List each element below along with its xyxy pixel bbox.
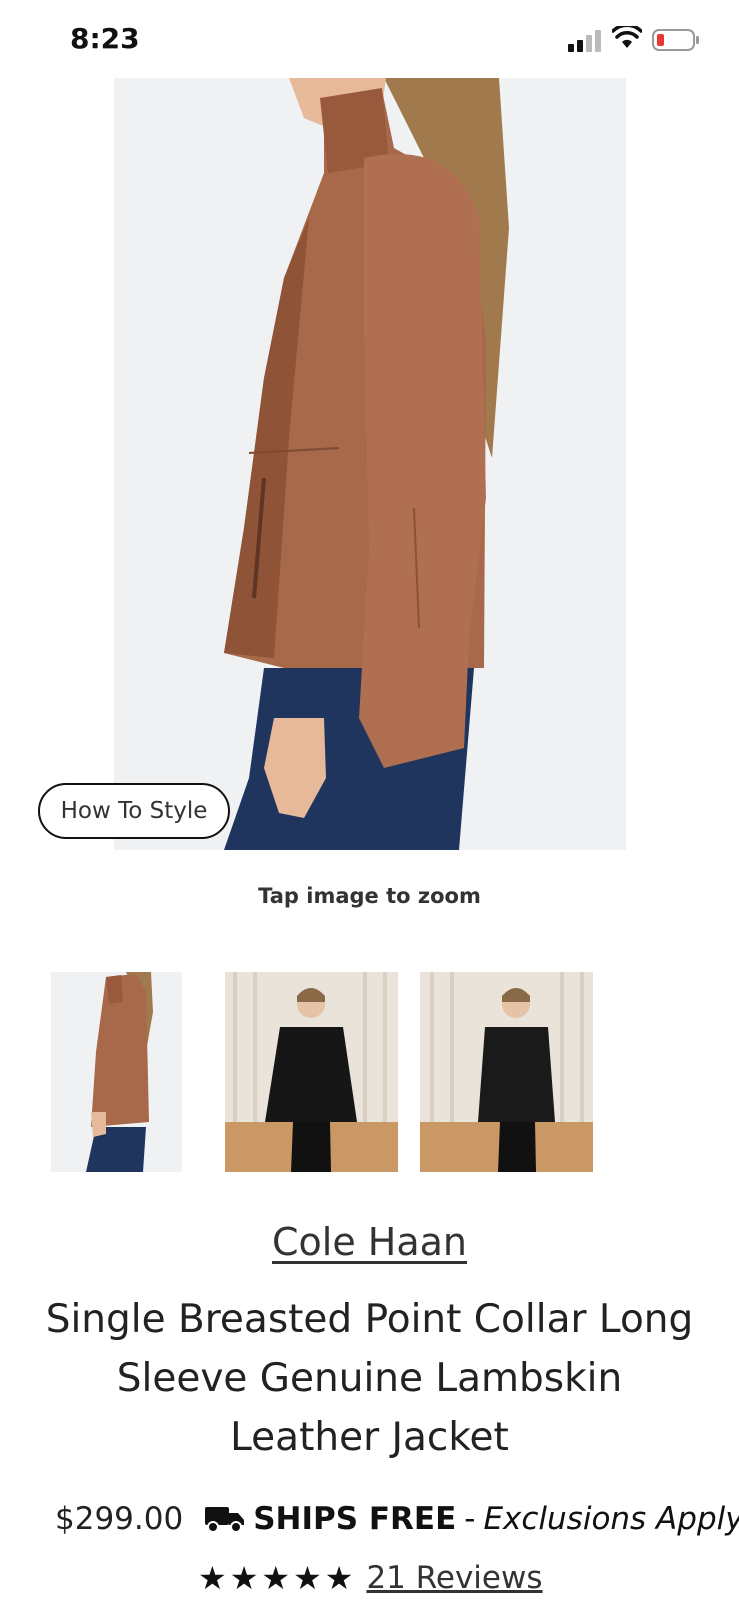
- thumbnail-1[interactable]: [51, 972, 182, 1172]
- thumbnail-3[interactable]: [420, 972, 593, 1172]
- brand-link[interactable]: Cole Haan: [0, 1220, 739, 1264]
- how-to-style-button[interactable]: How To Style: [38, 783, 230, 839]
- thumbnail-2-image: [225, 972, 398, 1172]
- thumbnail-3-image: [420, 972, 593, 1172]
- battery-icon: [652, 29, 699, 51]
- signal-icon: [568, 30, 601, 52]
- status-time: 8:23: [70, 22, 140, 55]
- ships-free-label: SHIPS FREE: [253, 1501, 457, 1537]
- product-title: Single Breasted Point Collar Long Sleeve…: [45, 1297, 694, 1460]
- status-bar: 8:23: [0, 0, 739, 80]
- wifi-icon: [612, 26, 642, 48]
- shipping-separator: -: [464, 1501, 476, 1537]
- truck-icon: [205, 1507, 245, 1533]
- price-shipping-row: $299.00 SHIPS FREE - Exclusions Apply: [55, 1496, 739, 1542]
- product-main-image[interactable]: [114, 78, 626, 850]
- reviews-link[interactable]: 21 Reviews: [366, 1560, 542, 1596]
- jacket-side-photo: [114, 78, 626, 850]
- thumbnail-2[interactable]: [225, 972, 398, 1172]
- rating-row: ★★★★★ 21 Reviews: [198, 1558, 543, 1598]
- star-rating-icon: ★★★★★: [198, 1559, 357, 1597]
- product-price: $299.00: [55, 1501, 184, 1537]
- zoom-hint: Tap image to zoom: [258, 884, 481, 908]
- exclusions-apply-link[interactable]: Exclusions Apply: [483, 1501, 739, 1537]
- thumbnail-1-image: [51, 972, 182, 1172]
